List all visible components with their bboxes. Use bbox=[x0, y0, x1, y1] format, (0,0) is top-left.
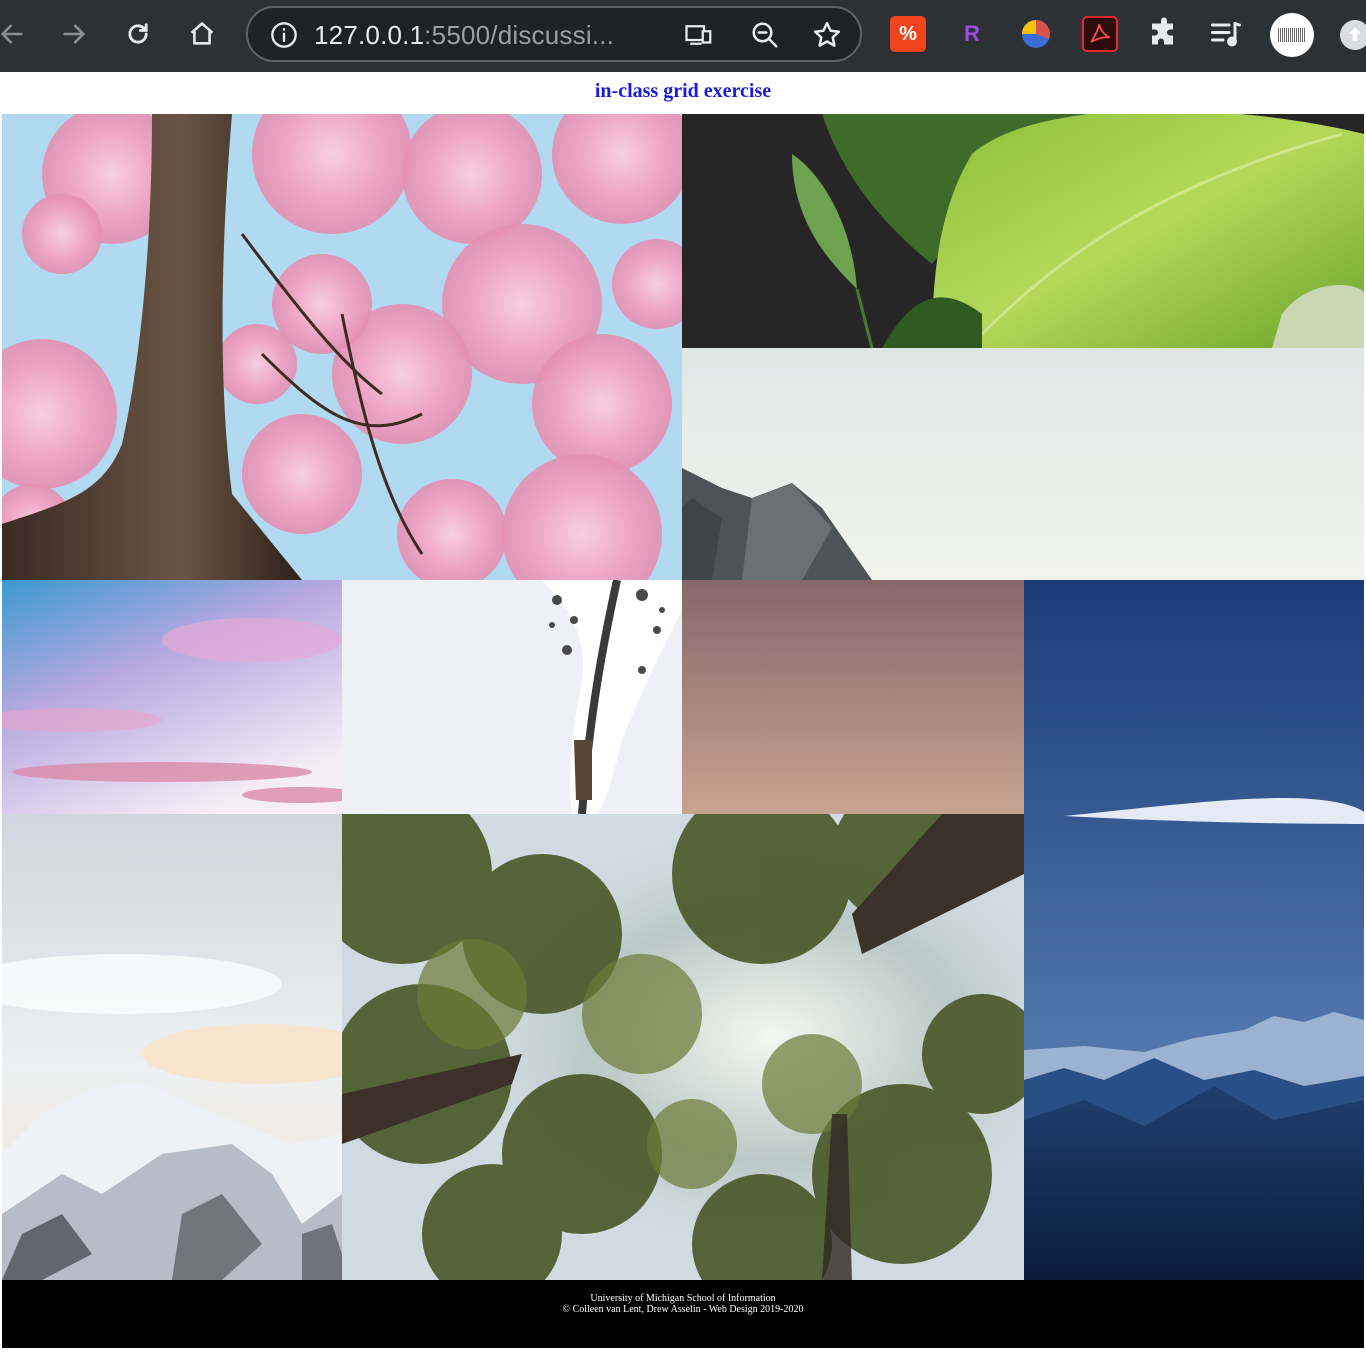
address-bar[interactable]: 127.0.0.1:5500/discussi... bbox=[246, 6, 862, 62]
color-wheel-extension-icon[interactable] bbox=[1018, 16, 1054, 52]
pdf-extension-icon[interactable] bbox=[1082, 16, 1118, 52]
forest-canopy-photo bbox=[342, 814, 1024, 1280]
url-text[interactable]: 127.0.0.1:5500/discussi... bbox=[314, 20, 614, 51]
profile-avatar[interactable] bbox=[1270, 13, 1314, 57]
zoom-out-icon[interactable] bbox=[750, 20, 780, 50]
url-host: 127.0.0.1 bbox=[314, 20, 425, 50]
photo-grid bbox=[2, 114, 1364, 1280]
reader-extension-label: R bbox=[964, 21, 980, 46]
dusk-sky-photo bbox=[682, 580, 1024, 814]
back-icon[interactable] bbox=[0, 14, 32, 54]
percent-extension-icon[interactable]: % bbox=[890, 16, 926, 52]
footer-school: University of Michigan School of Informa… bbox=[590, 1293, 776, 1304]
browser-toolbar: 127.0.0.1:5500/discussi... % R bbox=[0, 0, 1366, 72]
profile-image bbox=[1278, 28, 1306, 42]
green-leaves-photo bbox=[682, 114, 1364, 348]
forward-icon[interactable] bbox=[54, 14, 94, 54]
extensions-puzzle-icon[interactable] bbox=[1146, 16, 1182, 52]
reload-icon[interactable] bbox=[118, 14, 158, 54]
blue-mountains-photo bbox=[1024, 580, 1364, 1280]
home-icon[interactable] bbox=[182, 14, 222, 54]
site-info-icon[interactable] bbox=[270, 21, 298, 49]
media-control-icon[interactable] bbox=[1208, 16, 1244, 52]
page-footer: University of Michigan School of Informa… bbox=[2, 1280, 1364, 1348]
footer-copyright: © Colleen van Lent, Drew Asselin - Web D… bbox=[562, 1304, 804, 1315]
bookmark-star-icon[interactable] bbox=[812, 20, 842, 50]
cherry-blossom-photo bbox=[2, 114, 682, 580]
mountain-sky-photo bbox=[682, 348, 1364, 580]
url-path: :5500/discussi... bbox=[424, 20, 615, 50]
snowy-peaks-photo bbox=[2, 814, 342, 1280]
cast-icon[interactable] bbox=[684, 20, 714, 50]
page-title: in-class grid exercise bbox=[594, 80, 772, 102]
update-icon[interactable] bbox=[1340, 20, 1366, 50]
snowy-road-photo bbox=[342, 580, 682, 814]
pink-clouds-photo bbox=[2, 580, 342, 814]
reader-extension-icon[interactable]: R bbox=[954, 16, 990, 52]
